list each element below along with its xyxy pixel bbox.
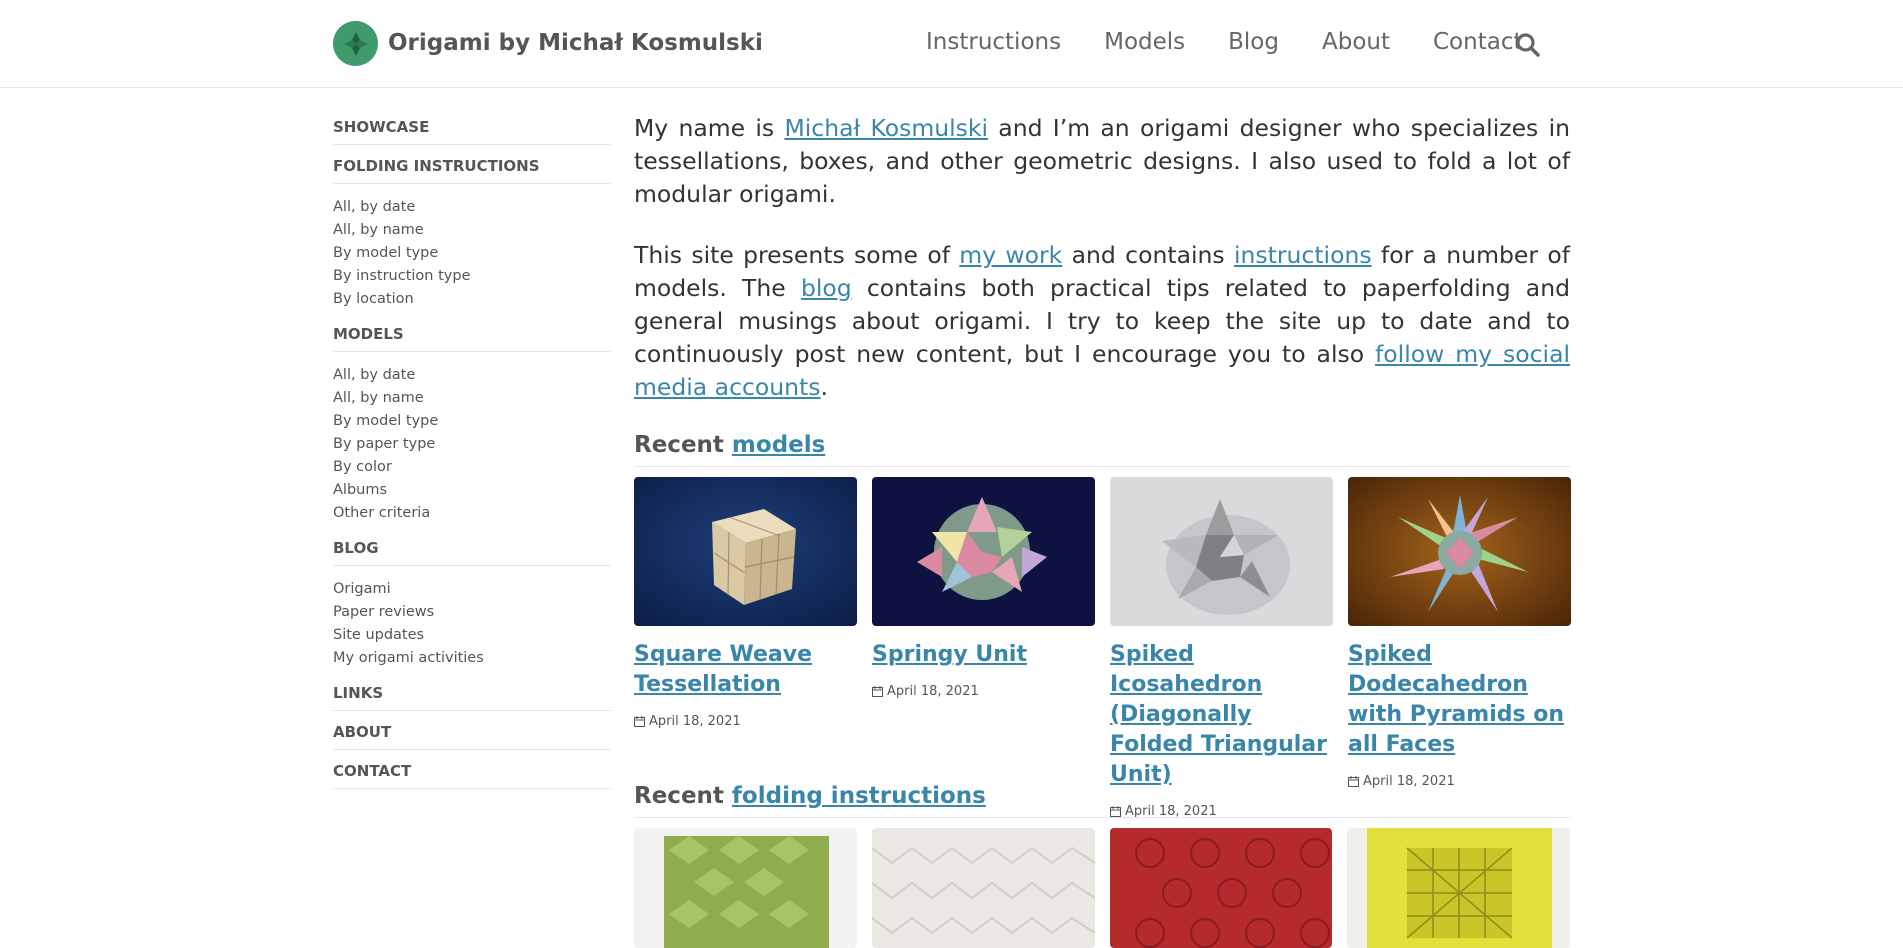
nav-models[interactable]: Models bbox=[1104, 29, 1185, 55]
sidebar-link[interactable]: All, by name bbox=[333, 387, 611, 410]
intro-text: . bbox=[820, 373, 829, 401]
intro-paragraph-2: This site presents some of my work and c… bbox=[634, 239, 1570, 404]
model-date: April 18, 2021 bbox=[634, 714, 857, 729]
intro-text: and contains bbox=[1062, 241, 1234, 269]
sidebar-link[interactable]: Other criteria bbox=[333, 502, 611, 525]
sidebar-contact[interactable]: CONTACT bbox=[333, 762, 611, 789]
search-icon[interactable] bbox=[1515, 32, 1541, 58]
site-title[interactable]: Origami by Michał Kosmulski bbox=[388, 30, 763, 56]
sidebar: SHOWCASE FOLDING INSTRUCTIONS All, by da… bbox=[333, 118, 611, 801]
intro-text: My name is bbox=[634, 114, 785, 142]
sidebar-models[interactable]: MODELS bbox=[333, 325, 611, 352]
sidebar-links[interactable]: LINKS bbox=[333, 684, 611, 711]
sidebar-link[interactable]: By model type bbox=[333, 410, 611, 433]
model-card: Square Weave Tessellation April 18, 2021 bbox=[634, 477, 857, 819]
instructions-link[interactable]: instructions bbox=[1234, 241, 1372, 269]
folding-instructions-link[interactable]: folding instructions bbox=[732, 783, 986, 809]
nav-blog[interactable]: Blog bbox=[1228, 29, 1279, 55]
calendar-icon bbox=[634, 716, 645, 727]
origami-logo-icon bbox=[343, 31, 368, 56]
model-title[interactable]: Spiked Dodecahedron with Pyramids on all… bbox=[1348, 640, 1571, 760]
nav-about[interactable]: About bbox=[1322, 29, 1390, 55]
site-logo[interactable] bbox=[333, 21, 378, 66]
sidebar-link[interactable]: Origami bbox=[333, 578, 611, 601]
sidebar-link[interactable]: All, by name bbox=[333, 219, 611, 242]
model-title[interactable]: Springy Unit bbox=[872, 640, 1095, 670]
sidebar-link[interactable]: Site updates bbox=[333, 624, 611, 647]
main-nav: Instructions Models Blog About Contact bbox=[926, 29, 1565, 55]
sidebar-link[interactable]: Albums bbox=[333, 479, 611, 502]
model-title[interactable]: Spiked Icosahedron (Diagonally Folded Tr… bbox=[1110, 640, 1333, 790]
sidebar-link[interactable]: Paper reviews bbox=[333, 601, 611, 624]
sidebar-link[interactable]: By paper type bbox=[333, 433, 611, 456]
nav-instructions[interactable]: Instructions bbox=[926, 29, 1061, 55]
model-card: Springy Unit April 18, 2021 bbox=[872, 477, 1095, 819]
sidebar-folding-instructions[interactable]: FOLDING INSTRUCTIONS bbox=[333, 157, 611, 184]
intro-paragraph-1: My name is Michał Kosmulski and I’m an o… bbox=[634, 112, 1570, 211]
sidebar-link[interactable]: By location bbox=[333, 288, 611, 311]
model-thumbnail[interactable] bbox=[1110, 477, 1333, 626]
sidebar-blog-list: Origami Paper reviews Site updates My or… bbox=[333, 578, 611, 670]
sidebar-blog[interactable]: BLOG bbox=[333, 539, 611, 566]
sidebar-link[interactable]: By instruction type bbox=[333, 265, 611, 288]
sidebar-showcase[interactable]: SHOWCASE bbox=[333, 118, 611, 145]
calendar-icon bbox=[872, 686, 883, 697]
main-content: My name is Michał Kosmulski and I’m an o… bbox=[634, 112, 1571, 819]
sidebar-about[interactable]: ABOUT bbox=[333, 723, 611, 750]
recent-instructions-heading: Recent folding instructions bbox=[634, 783, 1570, 818]
recent-models-cards: Square Weave Tessellation April 18, 2021 bbox=[634, 477, 1571, 819]
model-card: Spiked Icosahedron (Diagonally Folded Tr… bbox=[1110, 477, 1333, 819]
sidebar-models-list: All, by date All, by name By model type … bbox=[333, 364, 611, 525]
blog-link[interactable]: blog bbox=[801, 274, 852, 302]
instruction-thumbnail[interactable] bbox=[871, 828, 1095, 948]
sidebar-link[interactable]: My origami activities bbox=[333, 647, 611, 670]
site-header: Origami by Michał Kosmulski Instructions… bbox=[0, 0, 1903, 88]
date-text: April 18, 2021 bbox=[887, 684, 979, 699]
instruction-thumbnail[interactable] bbox=[634, 828, 857, 948]
recent-instructions-section: Recent folding instructions bbox=[634, 783, 1570, 948]
intro-text: This site presents some of bbox=[634, 241, 960, 269]
sidebar-link[interactable]: By color bbox=[333, 456, 611, 479]
instruction-thumbnail[interactable] bbox=[1109, 828, 1333, 948]
model-thumbnail[interactable] bbox=[634, 477, 857, 626]
author-link[interactable]: Michał Kosmulski bbox=[784, 114, 988, 142]
recent-instructions-cards bbox=[634, 828, 1570, 948]
sidebar-link[interactable]: All, by date bbox=[333, 364, 611, 387]
my-work-link[interactable]: my work bbox=[959, 241, 1062, 269]
model-date: April 18, 2021 bbox=[872, 684, 1095, 699]
recent-models-heading: Recent models bbox=[634, 432, 1570, 467]
model-thumbnail[interactable] bbox=[1348, 477, 1571, 626]
sidebar-link[interactable]: By model type bbox=[333, 242, 611, 265]
date-text: April 18, 2021 bbox=[649, 714, 741, 729]
heading-prefix: Recent bbox=[634, 432, 732, 458]
sidebar-link[interactable]: All, by date bbox=[333, 196, 611, 219]
heading-prefix: Recent bbox=[634, 783, 732, 809]
model-title[interactable]: Square Weave Tessellation bbox=[634, 640, 857, 700]
model-thumbnail[interactable] bbox=[872, 477, 1095, 626]
model-card: Spiked Dodecahedron with Pyramids on all… bbox=[1348, 477, 1571, 819]
instruction-thumbnail[interactable] bbox=[1347, 828, 1570, 948]
models-link[interactable]: models bbox=[732, 432, 825, 458]
sidebar-folding-instructions-list: All, by date All, by name By model type … bbox=[333, 196, 611, 311]
nav-contact[interactable]: Contact bbox=[1433, 29, 1522, 55]
